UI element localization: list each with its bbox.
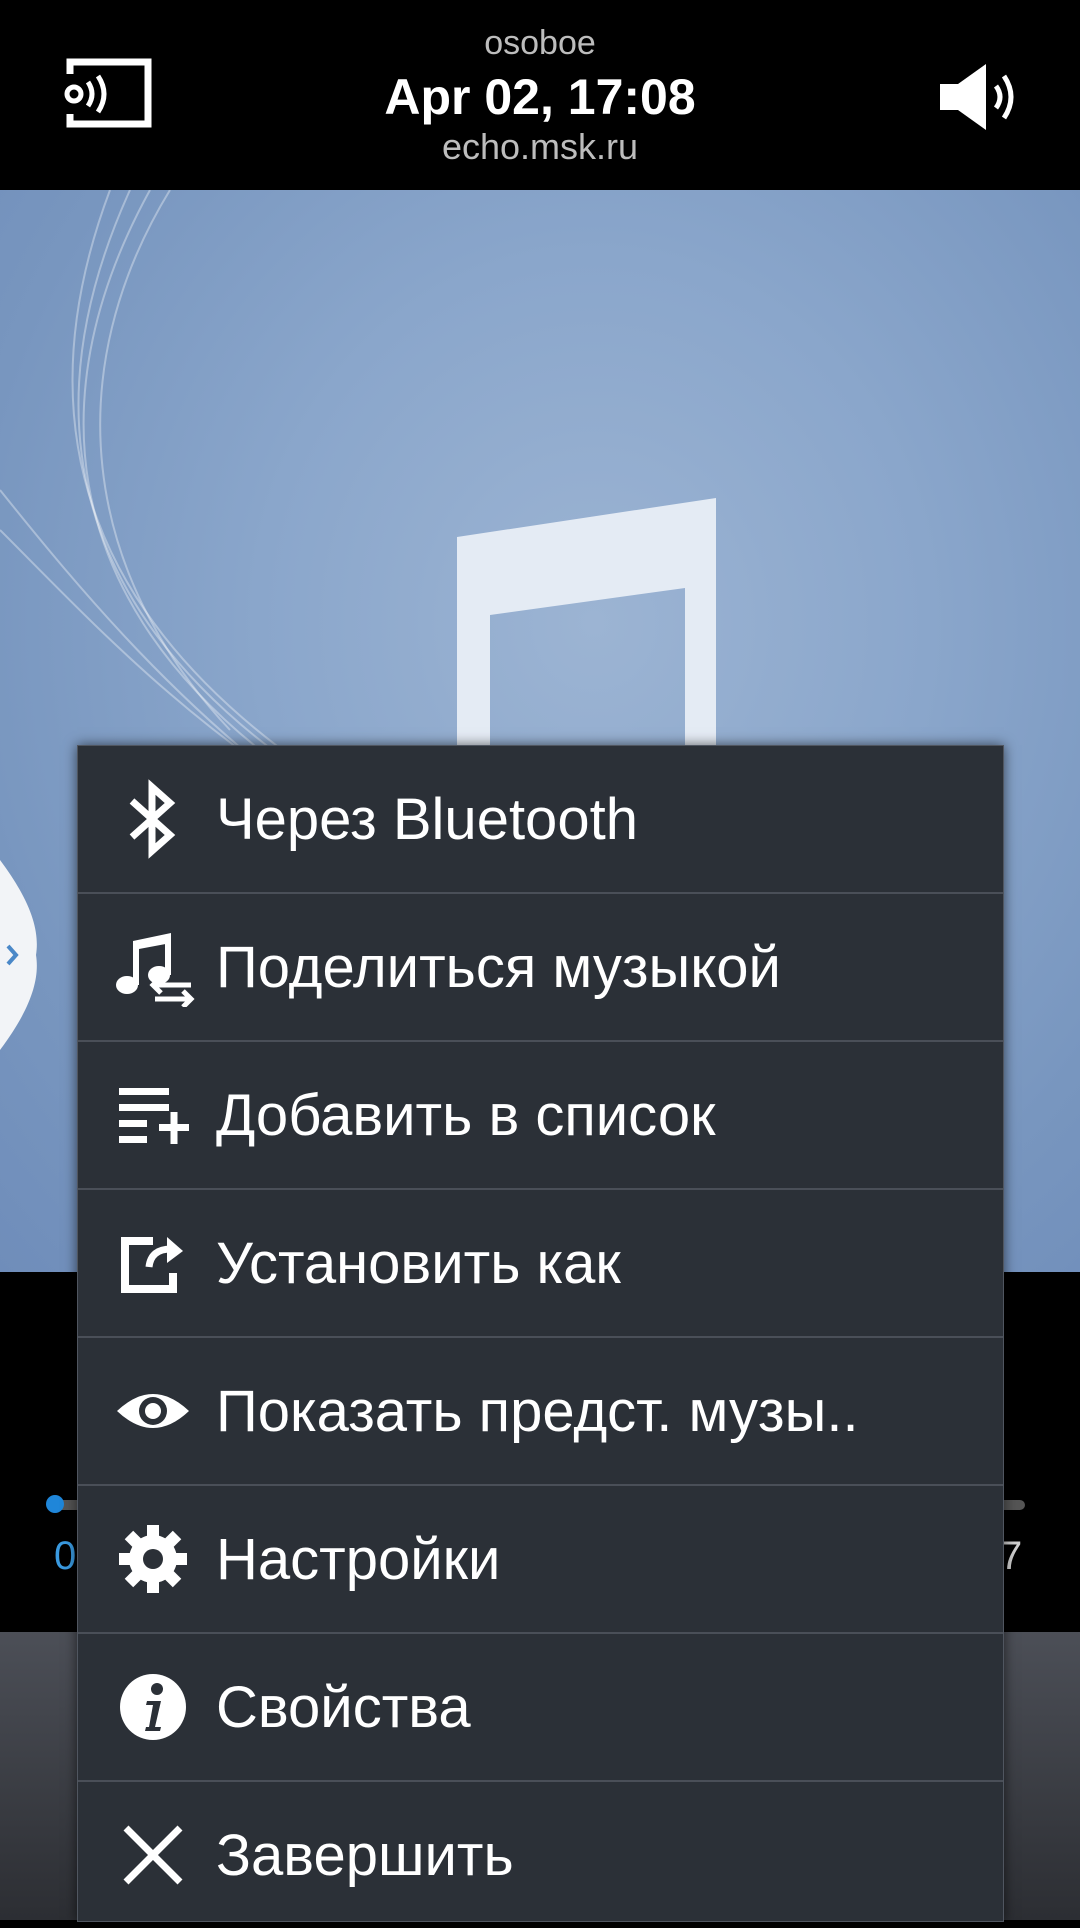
menu-item-label: Установить как [216, 1230, 621, 1296]
share-music-icon [93, 894, 213, 1040]
menu-item-label: Свойства [216, 1674, 471, 1740]
info-icon [93, 1634, 213, 1780]
menu-item-label: Настройки [216, 1526, 501, 1592]
options-menu: Через Bluetooth Поделиться музыкой Добав… [77, 745, 1004, 1922]
menu-item-properties[interactable]: Свойства [78, 1634, 1003, 1782]
station-title: osoboe [484, 24, 596, 62]
elapsed-time: 0 [54, 1534, 77, 1578]
menu-item-set-as[interactable]: Установить как [78, 1190, 1003, 1338]
volume-icon[interactable] [936, 62, 1026, 132]
header-bar: osoboe Apr 02, 17:08 echo.msk.ru [0, 0, 1080, 190]
menu-item-exit[interactable]: Завершить [78, 1782, 1003, 1928]
close-icon [93, 1782, 213, 1928]
menu-item-show-music-view[interactable]: Показать предст. музы.. [78, 1338, 1003, 1486]
side-panel-handle[interactable] [0, 860, 40, 1050]
eye-icon [93, 1338, 213, 1484]
date-time: Apr 02, 17:08 [384, 69, 696, 125]
add-to-playlist-icon [93, 1042, 213, 1188]
menu-item-label: Поделиться музыкой [216, 934, 781, 1000]
menu-item-settings[interactable]: Настройки [78, 1486, 1003, 1634]
menu-item-label: Через Bluetooth [216, 786, 638, 852]
source-url: echo.msk.ru [441, 126, 639, 167]
menu-item-add-to-list[interactable]: Добавить в список [78, 1042, 1003, 1190]
progress-thumb[interactable] [46, 1495, 64, 1513]
bluetooth-icon [93, 746, 213, 892]
menu-item-bluetooth[interactable]: Через Bluetooth [78, 746, 1003, 894]
menu-item-share-music[interactable]: Поделиться музыкой [78, 894, 1003, 1042]
set-as-icon [93, 1190, 213, 1336]
gear-icon [93, 1486, 213, 1632]
menu-item-label: Завершить [216, 1822, 514, 1888]
menu-item-label: Показать предст. музы.. [216, 1378, 859, 1444]
menu-item-label: Добавить в список [216, 1082, 716, 1148]
